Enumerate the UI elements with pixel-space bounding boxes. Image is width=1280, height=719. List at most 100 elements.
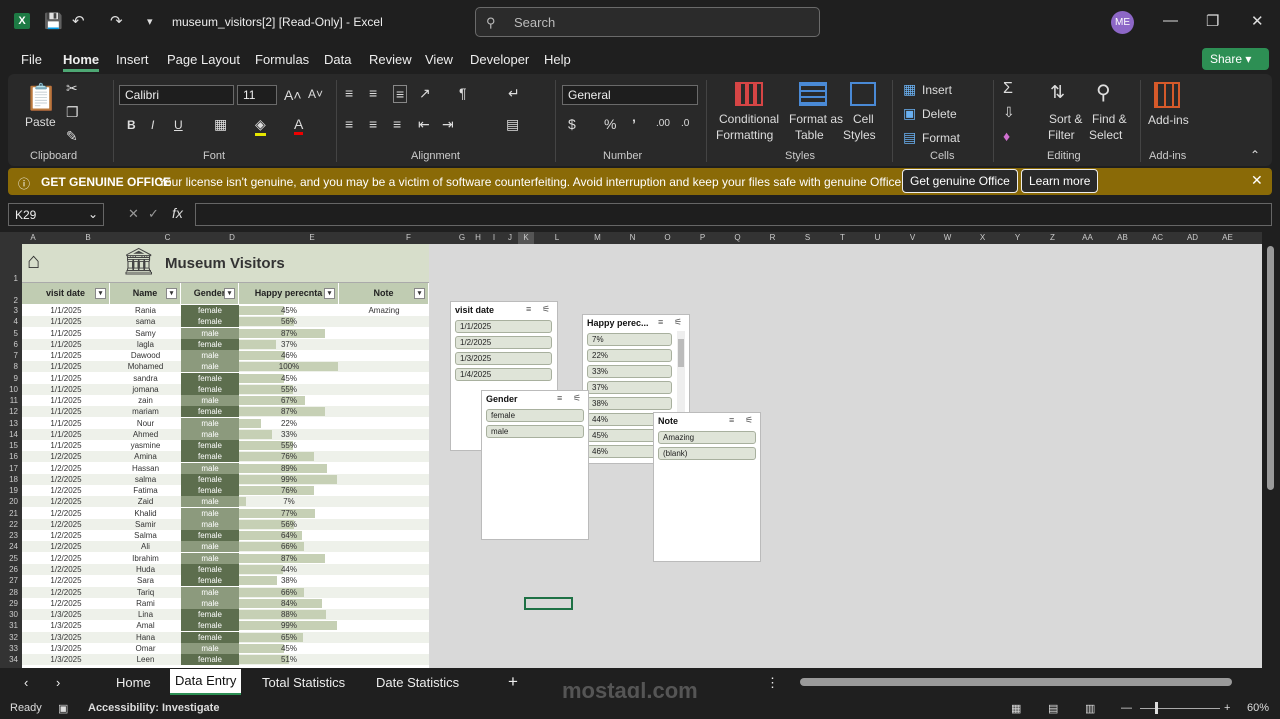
add-sheet-icon[interactable]: + [508,672,518,692]
column-header[interactable]: Y [1000,232,1035,244]
happy-percent-cell[interactable]: 89% [239,463,339,474]
menu-developer[interactable]: Developer [470,52,529,67]
vertical-scrollbar[interactable] [1262,232,1280,668]
name-cell[interactable]: lagla [110,339,181,350]
multi-select-icon[interactable]: ≡ [526,304,531,314]
happy-percent-cell[interactable]: 22% [239,418,339,429]
happy-percent-cell[interactable]: 56% [239,316,339,327]
column-header[interactable]: AA [1070,232,1105,244]
slicer-item[interactable]: (blank) [658,447,756,460]
accessibility-status[interactable]: Accessibility: Investigate [88,702,219,714]
note-cell[interactable] [339,496,429,507]
filter-dropdown-icon[interactable]: ▾ [95,288,106,299]
row-header[interactable]: 32 [0,632,22,643]
note-cell[interactable] [339,485,429,496]
gender-cell[interactable]: female [181,372,239,384]
tab-home[interactable]: Home [116,675,151,690]
increase-indent-icon[interactable]: ⇥ [442,116,454,133]
orientation-icon[interactable]: ↗ [419,85,431,102]
increase-font-icon[interactable]: A˄ [284,87,302,103]
menu-page-layout[interactable]: Page Layout [167,52,240,67]
column-header[interactable]: H [470,232,486,244]
happy-percent-cell[interactable]: 45% [239,373,339,384]
gender-cell[interactable]: male [181,518,239,530]
name-cell[interactable]: Mohamed [110,361,181,372]
happy-percent-cell[interactable]: 76% [239,451,339,462]
row-header[interactable]: 14 [0,429,22,440]
note-cell[interactable] [339,474,429,485]
page-break-icon[interactable]: ▥ [1085,702,1095,715]
format-cells-icon[interactable]: ▤ [903,129,916,146]
save-icon[interactable]: 💾 [44,12,63,30]
name-cell[interactable]: Lina [110,609,181,620]
note-cell[interactable] [339,361,429,372]
menu-data[interactable]: Data [324,52,351,67]
visit-date-cell[interactable]: 1/1/2025 [22,395,110,406]
happy-percent-cell[interactable]: 84% [239,598,339,609]
macro-icon[interactable]: ▣ [58,702,68,715]
slicer-item[interactable]: female [486,409,584,422]
column-header[interactable]: N [615,232,650,244]
column-header[interactable]: AE [1210,232,1245,244]
decrease-decimal-icon[interactable]: .0 [681,118,689,129]
name-cell[interactable]: Tariq [110,587,181,598]
gender-cell[interactable]: male [181,327,239,339]
visit-date-cell[interactable]: 1/2/2025 [22,530,110,541]
gender-cell[interactable]: female [181,305,239,316]
note-cell[interactable] [339,530,429,541]
row-header[interactable]: 22 [0,519,22,530]
note-cell[interactable] [339,316,429,327]
page-layout-icon[interactable]: ▤ [1048,702,1058,715]
customize-toolbar-icon[interactable]: ▾ [147,15,153,28]
note-cell[interactable] [339,654,429,665]
name-cell[interactable]: Rania [110,305,181,316]
visit-date-cell[interactable]: 1/1/2025 [22,373,110,384]
maximize-icon[interactable]: ❐ [1206,12,1219,30]
clear-icon[interactable]: ♦ [1003,128,1010,144]
name-cell[interactable]: Samy [110,328,181,339]
increase-decimal-icon[interactable]: .00 [656,118,670,129]
prev-sheet-icon[interactable]: ‹ [24,675,28,690]
happy-percent-cell[interactable]: 100% [239,361,339,372]
gender-cell[interactable]: male [181,642,239,654]
format-label[interactable]: Format [922,131,960,145]
gender-cell[interactable]: male [181,507,239,519]
note-cell[interactable] [339,609,429,620]
column-header[interactable]: G [454,232,470,244]
visit-date-cell[interactable]: 1/2/2025 [22,496,110,507]
sort-filter-label-2[interactable]: Filter [1048,128,1075,142]
visit-date-cell[interactable]: 1/1/2025 [22,429,110,440]
happy-percent-cell[interactable]: 45% [239,643,339,654]
note-cell[interactable] [339,373,429,384]
visit-date-cell[interactable]: 1/2/2025 [22,564,110,575]
column-header[interactable]: C [132,232,203,244]
zoom-in-icon[interactable]: + [1224,702,1230,714]
name-cell[interactable]: Fatima [110,485,181,496]
note-cell[interactable] [339,632,429,643]
name-cell[interactable]: Amal [110,620,181,631]
happy-percent-cell[interactable]: 33% [239,429,339,440]
delete-label[interactable]: Delete [922,107,957,121]
learn-more-button[interactable]: Learn more [1021,169,1099,193]
search-input[interactable]: ⚲ Search [475,7,820,37]
align-right-icon[interactable]: ≡ [393,116,401,132]
note-cell[interactable] [339,440,429,451]
undo-icon[interactable]: ↶ [72,12,85,30]
row-header[interactable]: 1 [0,244,22,283]
conditional-label-2[interactable]: Formatting [716,128,773,142]
row-header[interactable]: 2 [0,283,22,305]
happy-percent-cell[interactable]: 67% [239,395,339,406]
font-size-select[interactable]: 11 [237,85,277,105]
row-header[interactable]: 24 [0,541,22,552]
gender-cell[interactable]: male [181,586,239,598]
menu-review[interactable]: Review [369,52,412,67]
row-header[interactable]: 13 [0,418,22,429]
multi-select-icon[interactable]: ≡ [658,317,663,327]
note-cell[interactable] [339,328,429,339]
slicer-item[interactable]: 1/1/2025 [455,320,552,333]
column-header[interactable]: O [650,232,685,244]
happy-percent-cell[interactable]: 44% [239,564,339,575]
name-cell[interactable]: zain [110,395,181,406]
note-cell[interactable] [339,339,429,350]
align-bottom-icon[interactable]: ≡ [393,85,408,103]
